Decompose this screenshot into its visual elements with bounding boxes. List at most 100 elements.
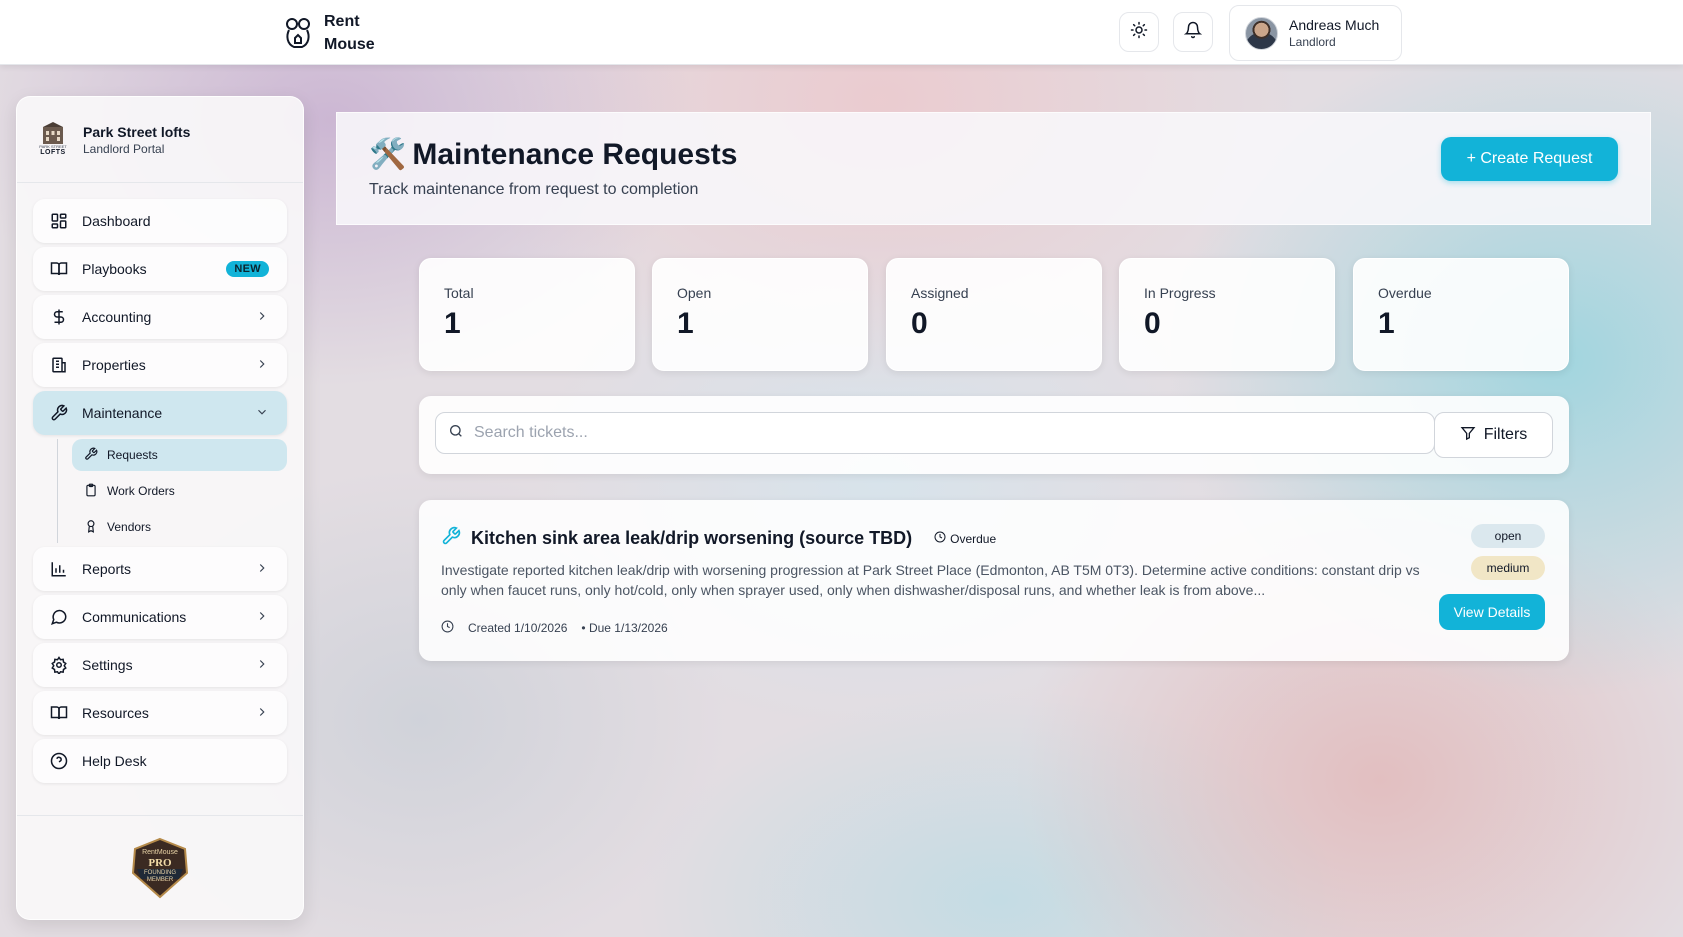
clock-icon xyxy=(441,620,454,636)
org-logo-text-2: LOFTS xyxy=(40,149,66,156)
stat-label: Overdue xyxy=(1378,285,1432,301)
filters-label: Filters xyxy=(1483,426,1528,443)
book-open-icon xyxy=(49,703,69,723)
created-date: Created 1/10/2026 xyxy=(468,621,568,635)
bar-chart-icon xyxy=(49,559,69,579)
building-icon xyxy=(49,355,69,375)
brand-line-1: Rent xyxy=(324,13,360,30)
ticket-title[interactable]: Kitchen sink area leak/drip worsening (s… xyxy=(471,528,912,549)
message-icon xyxy=(49,607,69,627)
chevron-right-icon xyxy=(255,705,269,722)
subnav-item-work-orders[interactable]: Work Orders xyxy=(72,475,287,507)
view-details-button[interactable]: View Details xyxy=(1439,594,1545,630)
bell-icon xyxy=(1183,21,1203,44)
sun-icon xyxy=(1130,21,1148,44)
status-badge: open xyxy=(1471,524,1545,548)
stat-card-total: Total 1 xyxy=(419,258,635,371)
badge-line-1: RentMouse xyxy=(142,848,178,856)
avatar xyxy=(1245,16,1278,50)
wrench-icon xyxy=(441,526,461,551)
gear-icon xyxy=(49,655,69,675)
sidebar-item-label: Reports xyxy=(82,561,132,577)
org-logo: PARK STREET LOFTS xyxy=(39,120,67,160)
chevron-right-icon xyxy=(255,657,269,674)
stat-label: Open xyxy=(677,285,712,301)
create-request-button[interactable]: + Create Request xyxy=(1441,137,1618,181)
sidebar: PARK STREET LOFTS Park Street lofts Land… xyxy=(16,96,304,920)
user-role: Landlord xyxy=(1289,35,1336,49)
org-name: Park Street lofts xyxy=(83,123,191,140)
filters-button[interactable]: Filters xyxy=(1434,412,1553,458)
maintenance-subnav: Requests Work Orders Vendors xyxy=(57,439,287,543)
stat-value: 0 xyxy=(1144,307,1161,340)
book-icon xyxy=(49,259,69,279)
new-badge: NEW xyxy=(226,261,269,277)
wrench-icon xyxy=(84,447,98,464)
overdue-indicator: Overdue xyxy=(934,531,996,546)
due-date: • Due 1/13/2026 xyxy=(581,621,668,635)
stat-label: Total xyxy=(444,285,474,301)
top-bar: Rent Mouse Andreas Much Landlord xyxy=(0,0,1683,65)
search-icon xyxy=(448,423,464,444)
mouse-logo-icon xyxy=(282,13,314,53)
grid-icon xyxy=(49,211,69,231)
badge-line-3: FOUNDING xyxy=(144,869,176,876)
user-menu[interactable]: Andreas Much Landlord xyxy=(1229,5,1402,61)
sidebar-item-label: Properties xyxy=(82,357,146,373)
founding-member-badge: RentMouse PRO FOUNDING MEMBER xyxy=(129,837,191,899)
org-subtitle: Landlord Portal xyxy=(83,141,165,156)
sidebar-item-label: Communications xyxy=(82,609,187,625)
sidebar-item-resources[interactable]: Resources xyxy=(33,691,287,735)
sidebar-nav: Dashboard Playbooks NEW Accounting Prope… xyxy=(17,183,303,783)
page-subtitle: Track maintenance from request to comple… xyxy=(369,181,699,198)
clipboard-icon xyxy=(84,483,98,500)
search-bar: Filters xyxy=(419,396,1569,474)
subnav-item-requests[interactable]: Requests xyxy=(72,439,287,471)
subnav-item-label: Work Orders xyxy=(107,484,175,498)
overdue-label: Overdue xyxy=(950,531,997,546)
stat-value: 1 xyxy=(677,307,694,340)
help-circle-icon xyxy=(49,751,69,771)
sidebar-item-label: Playbooks xyxy=(82,261,147,277)
stat-card-overdue: Overdue 1 xyxy=(1353,258,1569,371)
sidebar-item-maintenance[interactable]: Maintenance xyxy=(33,391,287,435)
sidebar-item-label: Help Desk xyxy=(82,753,147,769)
page-title-text: Maintenance Requests xyxy=(412,137,738,171)
sidebar-item-properties[interactable]: Properties xyxy=(33,343,287,387)
sidebar-item-dashboard[interactable]: Dashboard xyxy=(33,199,287,243)
stat-value: 0 xyxy=(911,307,928,340)
page-header: 🛠️ Maintenance Requests Track maintenanc… xyxy=(336,112,1651,225)
badge-line-2: PRO xyxy=(148,856,172,869)
stat-card-in-progress: In Progress 0 xyxy=(1119,258,1335,371)
chevron-right-icon xyxy=(255,561,269,578)
sidebar-item-help-desk[interactable]: Help Desk xyxy=(33,739,287,783)
theme-toggle-button[interactable] xyxy=(1119,12,1159,52)
search-field[interactable] xyxy=(435,412,1435,454)
ticket-meta: Created 1/10/2026 • Due 1/13/2026 xyxy=(441,620,668,636)
subnav-item-label: Requests xyxy=(107,448,158,462)
stat-card-assigned: Assigned 0 xyxy=(886,258,1102,371)
sidebar-item-communications[interactable]: Communications xyxy=(33,595,287,639)
ticket-card[interactable]: Kitchen sink area leak/drip worsening (s… xyxy=(419,500,1569,661)
priority-badge: medium xyxy=(1471,556,1545,580)
stat-value: 1 xyxy=(1378,307,1395,340)
user-name: Andreas Much xyxy=(1289,17,1380,33)
chevron-right-icon xyxy=(255,609,269,626)
sidebar-item-accounting[interactable]: Accounting xyxy=(33,295,287,339)
subnav-item-vendors[interactable]: Vendors xyxy=(72,511,287,543)
sidebar-item-playbooks[interactable]: Playbooks NEW xyxy=(33,247,287,291)
sidebar-item-reports[interactable]: Reports xyxy=(33,547,287,591)
sidebar-item-label: Settings xyxy=(82,657,133,673)
search-input[interactable] xyxy=(474,424,1434,442)
sidebar-footer: RentMouse PRO FOUNDING MEMBER xyxy=(17,815,303,919)
tools-icon: 🛠️ xyxy=(369,138,407,171)
brand[interactable]: Rent Mouse xyxy=(282,10,375,56)
sidebar-item-settings[interactable]: Settings xyxy=(33,643,287,687)
stat-label: In Progress xyxy=(1144,285,1216,301)
brand-line-2: Mouse xyxy=(324,36,375,53)
stat-value: 1 xyxy=(444,307,461,340)
notifications-button[interactable] xyxy=(1173,12,1213,52)
sidebar-header: PARK STREET LOFTS Park Street lofts Land… xyxy=(17,97,303,183)
badge-line-4: MEMBER xyxy=(146,876,174,883)
clock-icon xyxy=(934,531,946,546)
